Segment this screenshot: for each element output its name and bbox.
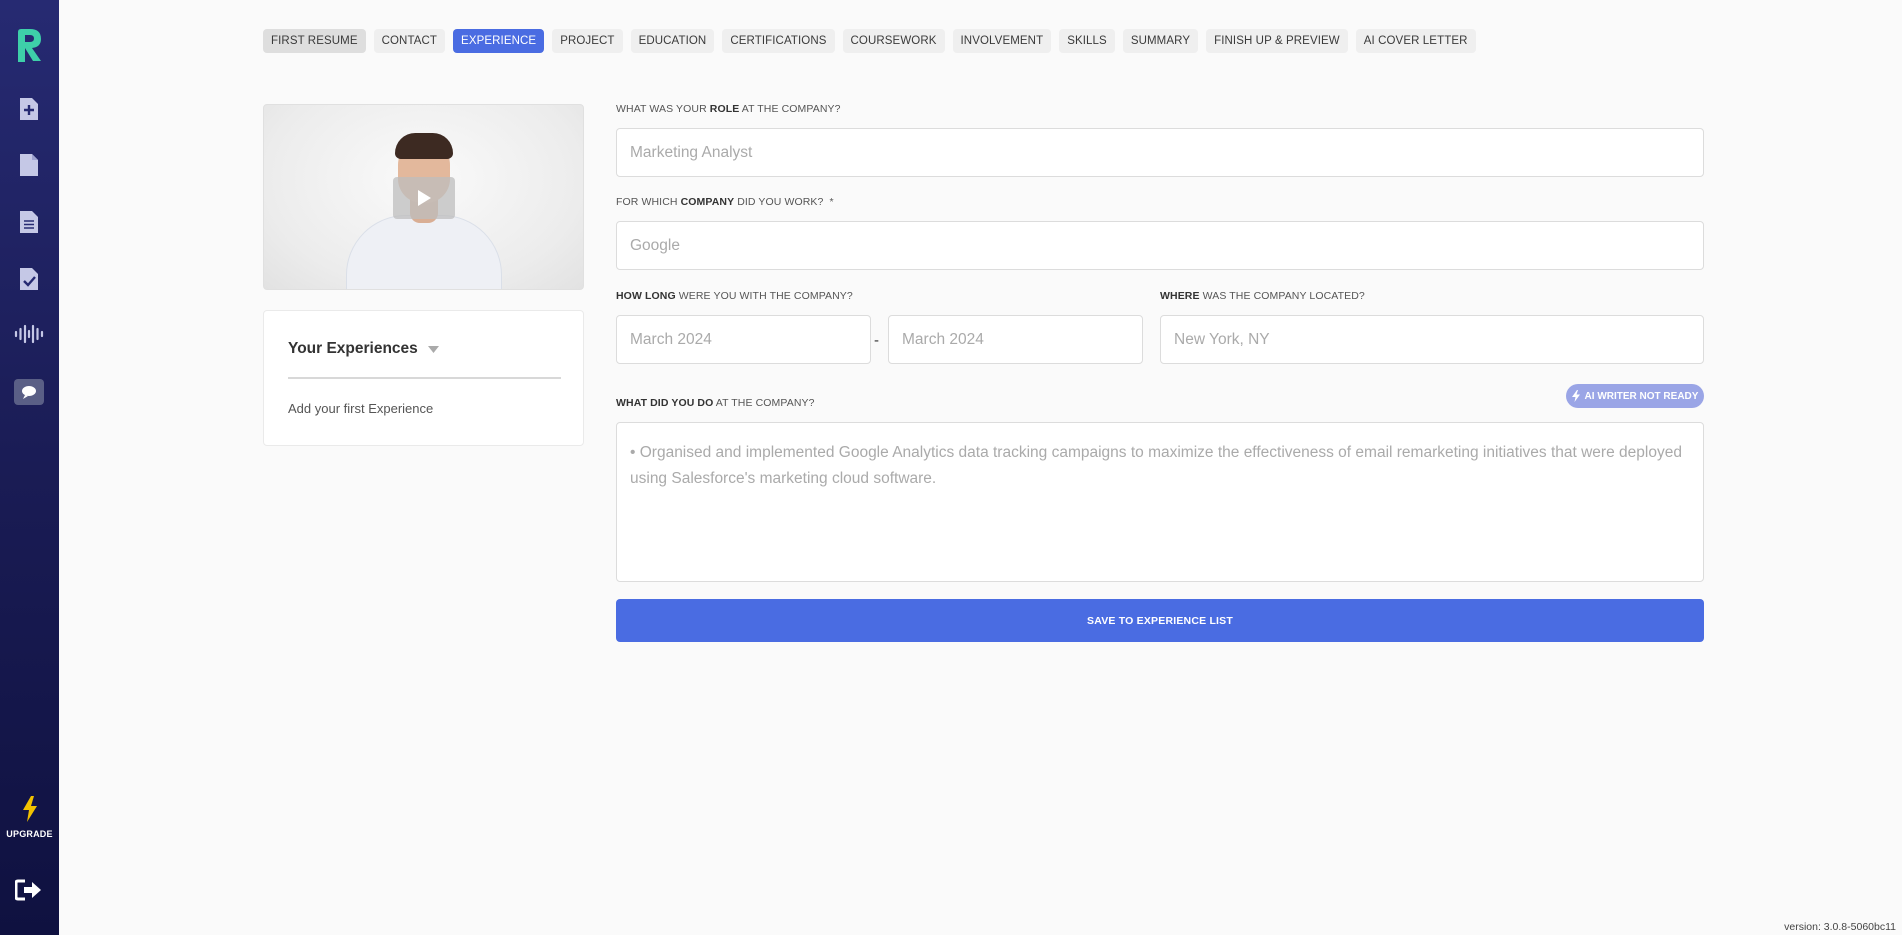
duties-label: WHAT DID YOU DO AT THE COMPANY?: [616, 397, 815, 409]
divider: [288, 377, 561, 379]
ai-writer-badge[interactable]: AI WRITER NOT READY: [1566, 384, 1704, 408]
tab-certifications[interactable]: CERTIFICATIONS: [722, 29, 835, 53]
company-label: FOR WHICH COMPANY DID YOU WORK? *: [616, 196, 834, 208]
tab-coursework[interactable]: COURSEWORK: [842, 29, 945, 53]
start-date-input[interactable]: [616, 315, 871, 364]
required-marker: *: [829, 196, 834, 208]
experiences-panel: Your Experiences Add your first Experien…: [263, 310, 584, 446]
play-icon: [418, 190, 431, 206]
version-text: version: 3.0.8-5060bc11: [1784, 921, 1896, 933]
experiences-dropdown[interactable]: Your Experiences: [288, 340, 439, 358]
resume-logo-icon[interactable]: [12, 28, 46, 62]
document-lines-icon[interactable]: [12, 205, 46, 239]
ai-writer-status: AI WRITER NOT READY: [1584, 390, 1699, 402]
tab-project[interactable]: PROJECT: [552, 29, 623, 53]
document-check-icon[interactable]: [12, 262, 46, 296]
tutorial-video[interactable]: [263, 104, 584, 290]
logout-icon[interactable]: [12, 873, 46, 907]
tab-education[interactable]: EDUCATION: [630, 29, 715, 53]
caret-down-icon: [427, 345, 439, 353]
tab-involvement[interactable]: INVOLVEMENT: [952, 29, 1052, 53]
duties-textarea[interactable]: [616, 422, 1704, 582]
location-input[interactable]: [1160, 315, 1704, 364]
date-separator: -: [874, 332, 879, 349]
experiences-title: Your Experiences: [288, 340, 418, 357]
audio-wave-icon[interactable]: [12, 317, 46, 351]
tab-ai-cover-letter[interactable]: AI COVER LETTER: [1355, 29, 1476, 53]
section-tabs: FIRST RESUME CONTACT EXPERIENCE PROJECT …: [263, 29, 1476, 53]
tab-finish-up-preview[interactable]: FINISH UP & PREVIEW: [1206, 29, 1348, 53]
role-label: WHAT WAS YOUR ROLE AT THE COMPANY?: [616, 103, 841, 115]
upgrade-label: UPGRADE: [6, 829, 53, 839]
location-label: WHERE WAS THE COMPANY LOCATED?: [1160, 290, 1365, 302]
upgrade-button[interactable]: UPGRADE: [0, 796, 59, 839]
end-date-input[interactable]: [888, 315, 1143, 364]
lightning-icon: [1571, 390, 1580, 402]
chat-icon[interactable]: [12, 375, 46, 409]
save-to-experience-list-button[interactable]: SAVE TO EXPERIENCE LIST: [616, 599, 1704, 642]
document-icon[interactable]: [12, 148, 46, 182]
empty-experiences-text: Add your first Experience: [288, 401, 434, 416]
tab-skills[interactable]: SKILLS: [1059, 29, 1115, 53]
tab-contact[interactable]: CONTACT: [373, 29, 446, 53]
tab-first-resume[interactable]: FIRST RESUME: [263, 29, 366, 53]
duration-label: HOW LONG WERE YOU WITH THE COMPANY?: [616, 290, 853, 302]
play-button[interactable]: [393, 177, 455, 219]
sidebar: UPGRADE: [0, 0, 59, 935]
role-input[interactable]: [616, 128, 1704, 177]
company-input[interactable]: [616, 221, 1704, 270]
video-person: [346, 215, 502, 289]
tab-experience[interactable]: EXPERIENCE: [453, 29, 545, 53]
lightning-icon: [22, 796, 37, 822]
new-document-icon[interactable]: [12, 92, 46, 126]
tab-summary[interactable]: SUMMARY: [1122, 29, 1199, 53]
